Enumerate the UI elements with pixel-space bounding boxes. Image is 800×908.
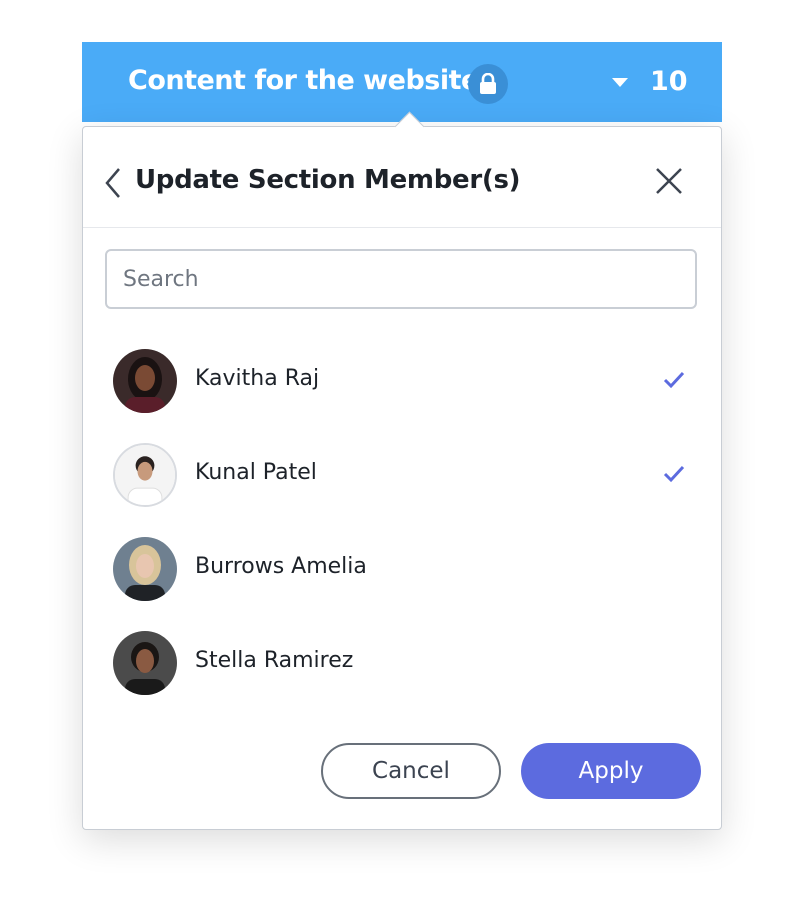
panel-title: Update Section Member(s)	[135, 165, 521, 195]
avatar	[113, 349, 177, 413]
close-icon[interactable]	[655, 167, 683, 199]
member-name: Kunal Patel	[195, 460, 317, 485]
member-row-kunal-patel[interactable]: Kunal Patel	[83, 435, 721, 515]
search-input[interactable]	[105, 249, 697, 309]
caret-down-icon[interactable]	[612, 78, 628, 87]
member-name: Kavitha Raj	[195, 366, 320, 391]
checkmark-icon	[663, 465, 685, 487]
lock-icon	[468, 64, 508, 104]
member-row-burrows-amelia[interactable]: Burrows Amelia	[83, 529, 721, 609]
update-members-panel: Update Section Member(s) Kavitha Raj	[82, 111, 722, 830]
cancel-button[interactable]: Cancel	[321, 743, 501, 799]
member-name: Burrows Amelia	[195, 554, 367, 579]
checkmark-icon	[663, 371, 685, 393]
member-count: 10	[650, 66, 688, 97]
section-title: Content for the website	[128, 65, 479, 96]
apply-button[interactable]: Apply	[521, 743, 701, 799]
chevron-left-icon[interactable]	[103, 167, 123, 203]
member-row-kavitha-raj[interactable]: Kavitha Raj	[83, 341, 721, 421]
avatar	[113, 631, 177, 695]
member-name: Stella Ramirez	[195, 648, 354, 673]
avatar	[113, 537, 177, 601]
header-divider	[83, 227, 721, 228]
member-row-stella-ramirez[interactable]: Stella Ramirez	[83, 623, 721, 703]
section-header[interactable]: Content for the website 10	[82, 42, 722, 122]
avatar	[113, 443, 177, 507]
